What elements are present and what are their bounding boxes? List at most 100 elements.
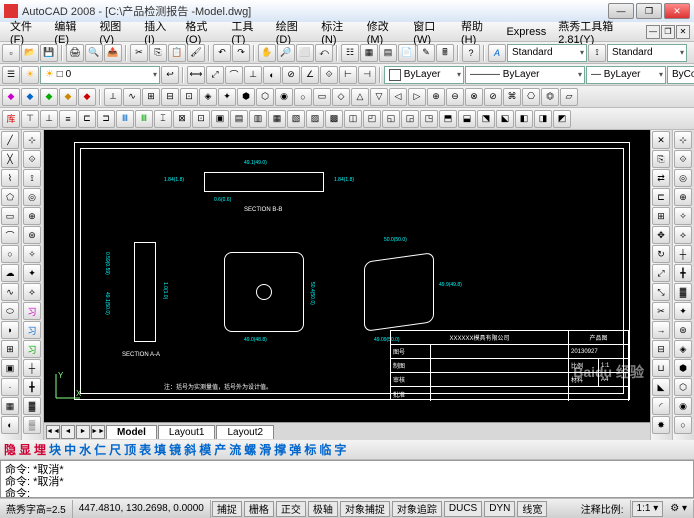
copy2-icon[interactable]: ⎘ [652,150,670,168]
m2-13-icon[interactable]: ⬢ [674,359,692,377]
e2-15-icon[interactable]: ▦ [268,110,286,128]
e2-19-icon[interactable]: ◫ [344,110,362,128]
ex10-icon[interactable]: ⊡ [180,88,198,106]
cn-18[interactable]: 撑 [274,441,286,458]
revcloud-icon[interactable]: ☁ [1,264,19,282]
m2-12-icon[interactable]: ◈ [674,340,692,358]
cn-4[interactable]: 中 [64,441,76,458]
tab-nav-prev[interactable]: ◄ [61,425,75,439]
snap-toggle[interactable]: 捕捉 [212,501,242,517]
cn-11[interactable]: 镜 [169,441,181,458]
menu-window[interactable]: 窗口(W) [407,16,455,48]
publish-icon[interactable]: 📤 [104,44,122,62]
tab-nav-first[interactable]: ◄◄ [46,425,60,439]
ex12-icon[interactable]: ✦ [218,88,236,106]
break-icon[interactable]: ⊟ [652,340,670,358]
e2-30-icon[interactable]: ◩ [553,110,571,128]
d2-13-icon[interactable]: ┼ [23,359,41,377]
layer-filter-icon[interactable]: ☀ [21,66,39,84]
d2-16-icon[interactable]: ▒ [23,416,41,434]
layer-mgr-icon[interactable]: ☰ [2,66,20,84]
dim-ord-icon[interactable]: ⊥ [244,66,262,84]
d2-2-icon[interactable]: ⟐ [23,150,41,168]
fillet-icon[interactable]: ◜ [652,397,670,415]
extend-icon[interactable]: → [652,321,670,339]
otrack-toggle[interactable]: 对象追踪 [392,501,442,517]
ex17-icon[interactable]: ▭ [313,88,331,106]
e2-3-icon[interactable]: ⊥ [40,110,58,128]
e2-12-icon[interactable]: ▣ [211,110,229,128]
grad-icon[interactable]: ◐ [1,416,19,434]
model-canvas[interactable]: 49.1(49.0) 1.84(1.8) 1.84(1.8) 0.6(0.6) … [44,130,650,422]
m2-16-icon[interactable]: ○ [674,416,692,434]
array-icon[interactable]: ⊞ [652,207,670,225]
ellipse-icon[interactable]: ⬭ [1,302,19,320]
m2-7-icon[interactable]: ┼ [674,245,692,263]
help-icon[interactable]: ? [462,44,480,62]
match-icon[interactable]: 🖌 [187,44,205,62]
markup-icon[interactable]: ✎ [417,44,435,62]
ex23-icon[interactable]: ⊕ [427,88,445,106]
cn-13[interactable]: 模 [199,441,211,458]
copy-icon[interactable]: ⎘ [149,44,167,62]
toolpal-icon[interactable]: ▤ [379,44,397,62]
xline-icon[interactable]: ╳ [1,150,19,168]
e2-11-icon[interactable]: ⊡ [192,110,210,128]
arc-icon[interactable]: ⌒ [1,226,19,244]
dim-align-icon[interactable]: ⤢ [206,66,224,84]
m2-14-icon[interactable]: ⬡ [674,378,692,396]
command-window[interactable]: 命令: *取消* 命令: *取消* 命令: [0,460,694,498]
polar-toggle[interactable]: 极轴 [308,501,338,517]
d2-11-icon[interactable]: 习 [23,321,41,339]
e2-9-icon[interactable]: ⌶ [154,110,172,128]
ex9-icon[interactable]: ⊟ [161,88,179,106]
e2-25-icon[interactable]: ⬓ [458,110,476,128]
d2-5-icon[interactable]: ⊕ [23,207,41,225]
print-icon[interactable]: 🖨 [66,44,84,62]
e2-20-icon[interactable]: ◰ [363,110,381,128]
cn-1[interactable]: 显 [19,441,31,458]
d2-14-icon[interactable]: ╋ [23,378,41,396]
cn-6[interactable]: 仁 [94,441,106,458]
e2-14-icon[interactable]: ▥ [249,110,267,128]
mirror-icon[interactable]: ⇄ [652,169,670,187]
linetype-combo[interactable]: ——— ByLayer [465,66,585,84]
cn-10[interactable]: 填 [154,441,166,458]
m2-15-icon[interactable]: ◉ [674,397,692,415]
cn-16[interactable]: 螺 [244,441,256,458]
doc-close-button[interactable]: ✕ [676,25,690,39]
menu-draw[interactable]: 绘图(D) [270,16,315,48]
pline-icon[interactable]: ⌇ [1,169,19,187]
ex16-icon[interactable]: ○ [294,88,312,106]
cmd-prompt[interactable]: 命令: [1,485,693,497]
ex3-icon[interactable]: ◆ [40,88,58,106]
osnap-toggle[interactable]: 对象捕捉 [340,501,390,517]
m2-10-icon[interactable]: ✦ [674,302,692,320]
tab-model[interactable]: Model [106,425,157,439]
ex19-icon[interactable]: △ [351,88,369,106]
e2-28-icon[interactable]: ◧ [515,110,533,128]
e2-24-icon[interactable]: ⬒ [439,110,457,128]
menu-dimension[interactable]: 标注(N) [315,16,360,48]
dim-lin-icon[interactable]: ⟷ [187,66,205,84]
dim-ang-icon[interactable]: ∠ [301,66,319,84]
status-icons[interactable]: ⚙ ▾ [664,500,694,518]
dim-quick-icon[interactable]: ⟐ [320,66,338,84]
d2-12-icon[interactable]: 习 [23,340,41,358]
zoom-prev-icon[interactable]: ⤺ [315,44,333,62]
e2-6-icon[interactable]: ⊐ [97,110,115,128]
ex14-icon[interactable]: ⬡ [256,88,274,106]
menu-edit[interactable]: 编辑(E) [48,16,93,48]
ex18-icon[interactable]: ◇ [332,88,350,106]
ex15-icon[interactable]: ◉ [275,88,293,106]
m2-6-icon[interactable]: ⟡ [674,226,692,244]
e2-17-icon[interactable]: ▨ [306,110,324,128]
e2-8-icon[interactable]: Ⅲ [135,110,153,128]
ex28-icon[interactable]: ⎔ [522,88,540,106]
d2-9-icon[interactable]: ⟡ [23,283,41,301]
d2-6-icon[interactable]: ⊛ [23,226,41,244]
line-icon[interactable]: ╱ [1,131,19,149]
ex7-icon[interactable]: ∿ [123,88,141,106]
menu-help[interactable]: 帮助(H) [455,16,500,48]
e2-21-icon[interactable]: ◱ [382,110,400,128]
